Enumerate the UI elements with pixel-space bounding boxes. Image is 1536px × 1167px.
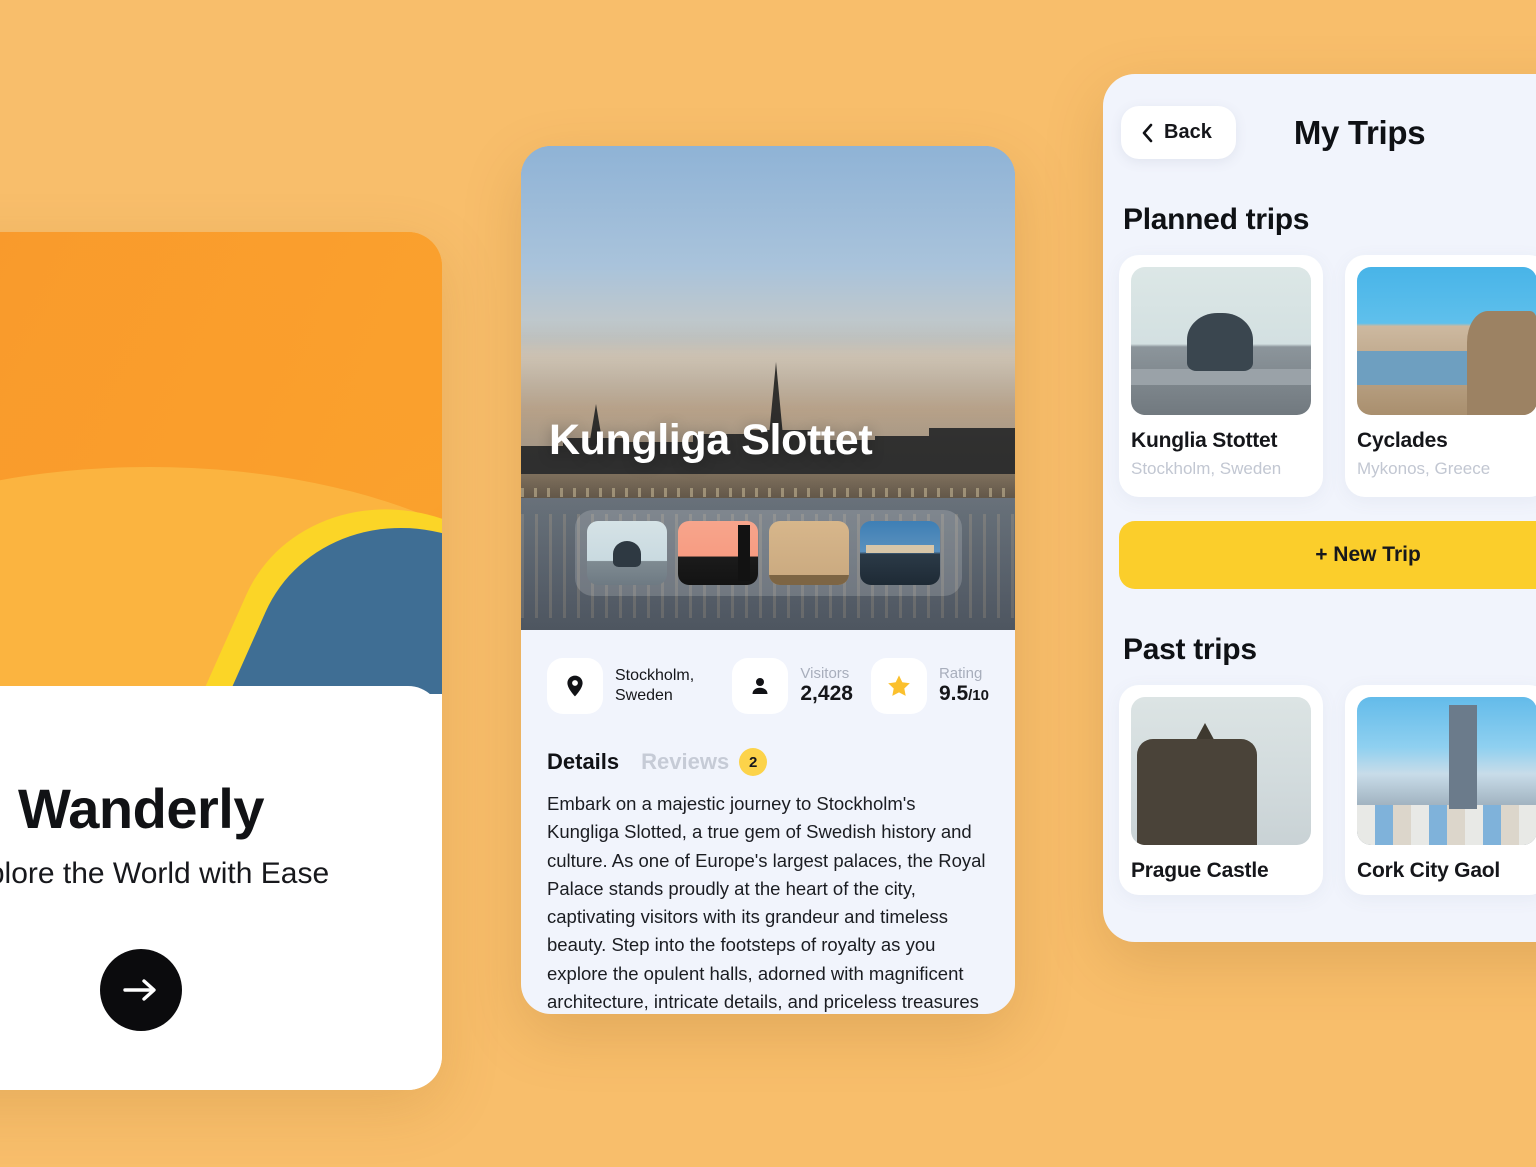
- cork-city-gaol-thumbnail: [1357, 697, 1536, 845]
- rating-value-group: 9.5/10: [939, 682, 989, 707]
- tab-details[interactable]: Details: [547, 749, 619, 775]
- rating-label: Rating: [938, 664, 983, 682]
- tab-reviews[interactable]: Reviews: [641, 749, 729, 775]
- onboarding-card: Wanderly Explore the World with Ease: [0, 232, 442, 1090]
- trip-location: Mykonos, Greece: [1357, 459, 1491, 478]
- location-value: Stockholm, Sweden: [615, 667, 695, 704]
- arrow-right-icon: [123, 979, 156, 1001]
- gallery-thumbnail-statue[interactable]: [587, 521, 667, 585]
- brand-title: Wanderly: [18, 777, 264, 840]
- planned-trips-list: Kunglia Stottet Stockholm, Sweden Cyclad…: [1103, 255, 1536, 497]
- statue-thumbnail: [1131, 267, 1311, 415]
- visitors-label: Visitors: [800, 664, 850, 682]
- cyclades-thumbnail: [1357, 267, 1536, 415]
- rating-scale: /10: [968, 687, 989, 705]
- gallery-thumbnail-sunset-silhouette[interactable]: [678, 521, 758, 585]
- visitors-value: 2,428: [800, 682, 853, 706]
- get-started-button[interactable]: [100, 949, 182, 1031]
- back-button-label: Back: [1164, 121, 1212, 143]
- prague-castle-thumbnail: [1131, 697, 1311, 845]
- person-icon: [752, 678, 768, 694]
- rating-value: 9.5: [938, 682, 969, 706]
- gallery-thumbnail-palace-facade[interactable]: [769, 521, 849, 585]
- star-icon: [888, 675, 910, 696]
- app-showcase-canvas: Wanderly Explore the World with Ease: [0, 0, 1536, 1167]
- visitors-stat: Visitors 2,428: [800, 665, 853, 707]
- trip-card[interactable]: Kunglia Stottet Stockholm, Sweden: [1119, 255, 1323, 497]
- past-trips-header: Past trips See: [1103, 633, 1536, 667]
- trip-name: Cyclades: [1357, 429, 1448, 452]
- trips-header: Back My Trips: [1103, 74, 1536, 159]
- onboarding-illustration: [0, 232, 442, 694]
- trip-name: Kunglia Stottet: [1131, 429, 1278, 452]
- past-trips-list: Prague Castle Cork City Gaol: [1103, 685, 1536, 895]
- chevron-left-icon: [1142, 123, 1153, 142]
- place-stats-row: Stockholm, Sweden Visitors 2,428 Rating: [521, 630, 1015, 714]
- gallery-thumbnail-waterfront[interactable]: [860, 521, 940, 585]
- trip-location: Stockholm, Sweden: [1131, 459, 1282, 478]
- trip-card[interactable]: Cyclades Mykonos, Greece: [1345, 255, 1536, 497]
- place-detail-screen: Kungliga Slottet Stockholm, Sweden Visit…: [521, 146, 1015, 1014]
- visitors-chip: [732, 658, 789, 714]
- past-trips-title: Past trips: [1123, 633, 1257, 666]
- reviews-count-badge: 2: [739, 748, 768, 776]
- rating-chip: [870, 658, 927, 714]
- trip-card[interactable]: Prague Castle: [1119, 685, 1323, 895]
- place-title: Kungliga Slottet: [549, 416, 873, 464]
- trip-name: Cork City Gaol: [1357, 859, 1501, 882]
- detail-tabs: Details Reviews 2: [521, 714, 1015, 776]
- map-pin-icon: [567, 675, 583, 697]
- rating-stat: Rating 9.5/10: [939, 665, 989, 707]
- hero-image: Kungliga Slottet: [521, 146, 1015, 630]
- my-trips-screen: Back My Trips Planned trips See Kunglia …: [1103, 74, 1536, 942]
- trip-name: Prague Castle: [1131, 859, 1269, 882]
- back-button[interactable]: Back: [1121, 106, 1236, 159]
- new-trip-button[interactable]: + New Trip: [1119, 521, 1536, 589]
- location-chip: [547, 658, 603, 714]
- page-title: My Trips: [1293, 113, 1426, 151]
- planned-trips-title: Planned trips: [1123, 203, 1310, 236]
- place-description: Embark on a majestic journey to Stockhol…: [547, 793, 986, 1013]
- onboarding-text-panel: Wanderly Explore the World with Ease: [0, 686, 442, 1090]
- planned-trips-header: Planned trips See: [1103, 203, 1536, 237]
- gallery-strip: [575, 510, 962, 596]
- brand-tagline: Explore the World with Ease: [0, 857, 330, 890]
- trip-card[interactable]: Cork City Gaol: [1345, 685, 1536, 895]
